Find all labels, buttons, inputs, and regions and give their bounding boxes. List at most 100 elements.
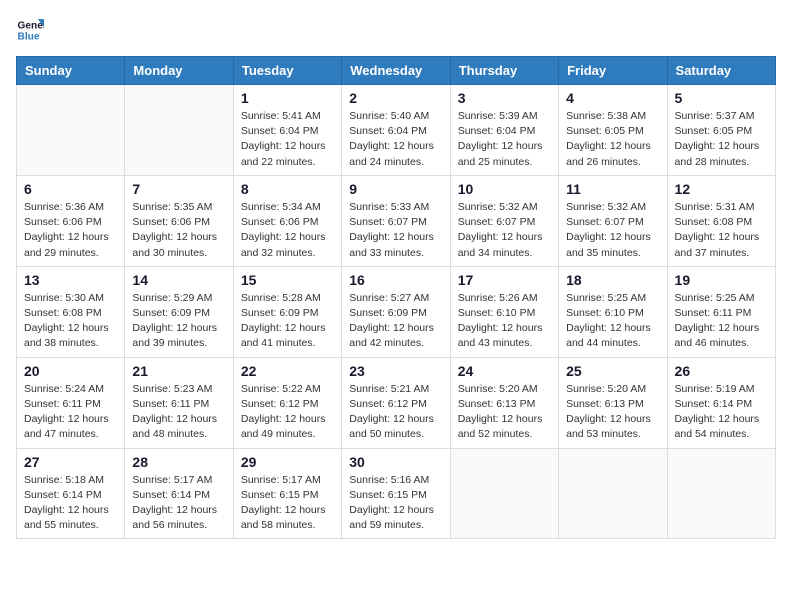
calendar-cell: 18Sunrise: 5:25 AM Sunset: 6:10 PM Dayli… bbox=[559, 266, 667, 357]
day-info: Sunrise: 5:17 AM Sunset: 6:14 PM Dayligh… bbox=[132, 473, 225, 534]
calendar-cell: 16 Sunrise: 5:27 AM Sunset: 6:09 PM Dayli… bbox=[342, 266, 450, 357]
day-info: Sunrise: 5:21 AM Sunset: 6:12 PM Dayligh… bbox=[349, 382, 442, 443]
page-header: General Blue bbox=[16, 16, 776, 44]
day-info: Sunrise: 5:25 AM Sunset: 6:10 PM Dayligh… bbox=[566, 291, 659, 352]
day-number: 6 bbox=[24, 181, 117, 197]
day-info: Sunrise: 5:38 AM Sunset: 6:05 PM Dayligh… bbox=[566, 109, 659, 170]
calendar-cell: 19 Sunrise: 5:25 AM Sunset: 6:11 PM Dayli… bbox=[667, 266, 775, 357]
day-number: 4 bbox=[566, 90, 659, 106]
day-number: 16 bbox=[349, 272, 442, 288]
day-number: 21 bbox=[132, 363, 225, 379]
calendar-cell: 13Sunrise: 5:30 AM Sunset: 6:08 PM Dayli… bbox=[17, 266, 125, 357]
calendar-cell bbox=[450, 448, 558, 539]
day-number: 26 bbox=[675, 363, 768, 379]
day-info: Sunrise: 5:28 AM Sunset: 6:09 PM Dayligh… bbox=[241, 291, 334, 352]
calendar-cell: 14 Sunrise: 5:29 AM Sunset: 6:09 PM Dayli… bbox=[125, 266, 233, 357]
day-number: 12 bbox=[675, 181, 768, 197]
day-number: 20 bbox=[24, 363, 117, 379]
logo-icon: General Blue bbox=[16, 16, 44, 44]
week-row-1: 1 Sunrise: 5:41 AM Sunset: 6:04 PM Daylig… bbox=[17, 85, 776, 176]
day-number: 14 bbox=[132, 272, 225, 288]
day-number: 22 bbox=[241, 363, 334, 379]
weekday-header-wednesday: Wednesday bbox=[342, 57, 450, 85]
calendar-cell: 21 Sunrise: 5:23 AM Sunset: 6:11 PM Dayli… bbox=[125, 357, 233, 448]
weekday-header-friday: Friday bbox=[559, 57, 667, 85]
day-info: Sunrise: 5:32 AM Sunset: 6:07 PM Dayligh… bbox=[458, 200, 551, 261]
day-info: Sunrise: 5:36 AM Sunset: 6:06 PM Dayligh… bbox=[24, 200, 117, 261]
calendar-cell: 28 Sunrise: 5:17 AM Sunset: 6:14 PM Dayli… bbox=[125, 448, 233, 539]
calendar-cell: 20 Sunrise: 5:24 AM Sunset: 6:11 PM Dayli… bbox=[17, 357, 125, 448]
logo: General Blue bbox=[16, 16, 48, 44]
calendar-cell: 3 Sunrise: 5:39 AM Sunset: 6:04 PM Daylig… bbox=[450, 85, 558, 176]
day-info: Sunrise: 5:32 AM Sunset: 6:07 PM Dayligh… bbox=[566, 200, 659, 261]
calendar-cell: 2Sunrise: 5:40 AM Sunset: 6:04 PM Daylig… bbox=[342, 85, 450, 176]
weekday-header-saturday: Saturday bbox=[667, 57, 775, 85]
day-number: 10 bbox=[458, 181, 551, 197]
day-info: Sunrise: 5:29 AM Sunset: 6:09 PM Dayligh… bbox=[132, 291, 225, 352]
calendar-cell: 25 Sunrise: 5:20 AM Sunset: 6:13 PM Dayli… bbox=[559, 357, 667, 448]
day-info: Sunrise: 5:19 AM Sunset: 6:14 PM Dayligh… bbox=[675, 382, 768, 443]
calendar-cell: 12 Sunrise: 5:31 AM Sunset: 6:08 PM Dayli… bbox=[667, 175, 775, 266]
calendar-cell: 30 Sunrise: 5:16 AM Sunset: 6:15 PM Dayli… bbox=[342, 448, 450, 539]
calendar-cell: 9 Sunrise: 5:33 AM Sunset: 6:07 PM Daylig… bbox=[342, 175, 450, 266]
day-number: 25 bbox=[566, 363, 659, 379]
day-info: Sunrise: 5:37 AM Sunset: 6:05 PM Dayligh… bbox=[675, 109, 768, 170]
day-info: Sunrise: 5:17 AM Sunset: 6:15 PM Dayligh… bbox=[241, 473, 334, 534]
week-row-4: 20 Sunrise: 5:24 AM Sunset: 6:11 PM Dayli… bbox=[17, 357, 776, 448]
calendar-cell bbox=[667, 448, 775, 539]
calendar-cell: 10 Sunrise: 5:32 AM Sunset: 6:07 PM Dayli… bbox=[450, 175, 558, 266]
calendar-cell: 17Sunrise: 5:26 AM Sunset: 6:10 PM Dayli… bbox=[450, 266, 558, 357]
day-info: Sunrise: 5:41 AM Sunset: 6:04 PM Dayligh… bbox=[241, 109, 334, 170]
weekday-header-monday: Monday bbox=[125, 57, 233, 85]
day-info: Sunrise: 5:23 AM Sunset: 6:11 PM Dayligh… bbox=[132, 382, 225, 443]
week-row-2: 6 Sunrise: 5:36 AM Sunset: 6:06 PM Daylig… bbox=[17, 175, 776, 266]
day-number: 23 bbox=[349, 363, 442, 379]
calendar-cell: 15 Sunrise: 5:28 AM Sunset: 6:09 PM Dayli… bbox=[233, 266, 341, 357]
day-number: 15 bbox=[241, 272, 334, 288]
day-info: Sunrise: 5:26 AM Sunset: 6:10 PM Dayligh… bbox=[458, 291, 551, 352]
calendar-cell: 29 Sunrise: 5:17 AM Sunset: 6:15 PM Dayli… bbox=[233, 448, 341, 539]
day-number: 1 bbox=[241, 90, 334, 106]
weekday-header-sunday: Sunday bbox=[17, 57, 125, 85]
day-number: 24 bbox=[458, 363, 551, 379]
day-info: Sunrise: 5:30 AM Sunset: 6:08 PM Dayligh… bbox=[24, 291, 117, 352]
calendar-cell: 7 Sunrise: 5:35 AM Sunset: 6:06 PM Daylig… bbox=[125, 175, 233, 266]
day-number: 9 bbox=[349, 181, 442, 197]
day-number: 19 bbox=[675, 272, 768, 288]
day-info: Sunrise: 5:34 AM Sunset: 6:06 PM Dayligh… bbox=[241, 200, 334, 261]
calendar-cell: 6 Sunrise: 5:36 AM Sunset: 6:06 PM Daylig… bbox=[17, 175, 125, 266]
day-number: 7 bbox=[132, 181, 225, 197]
day-info: Sunrise: 5:20 AM Sunset: 6:13 PM Dayligh… bbox=[458, 382, 551, 443]
weekday-header-tuesday: Tuesday bbox=[233, 57, 341, 85]
calendar-cell: 27Sunrise: 5:18 AM Sunset: 6:14 PM Dayli… bbox=[17, 448, 125, 539]
svg-text:General: General bbox=[18, 20, 44, 31]
day-info: Sunrise: 5:39 AM Sunset: 6:04 PM Dayligh… bbox=[458, 109, 551, 170]
calendar-cell: 4 Sunrise: 5:38 AM Sunset: 6:05 PM Daylig… bbox=[559, 85, 667, 176]
day-info: Sunrise: 5:27 AM Sunset: 6:09 PM Dayligh… bbox=[349, 291, 442, 352]
week-row-5: 27Sunrise: 5:18 AM Sunset: 6:14 PM Dayli… bbox=[17, 448, 776, 539]
day-number: 5 bbox=[675, 90, 768, 106]
day-info: Sunrise: 5:25 AM Sunset: 6:11 PM Dayligh… bbox=[675, 291, 768, 352]
day-number: 30 bbox=[349, 454, 442, 470]
day-info: Sunrise: 5:18 AM Sunset: 6:14 PM Dayligh… bbox=[24, 473, 117, 534]
day-number: 3 bbox=[458, 90, 551, 106]
weekday-header-row: SundayMondayTuesdayWednesdayThursdayFrid… bbox=[17, 57, 776, 85]
day-info: Sunrise: 5:16 AM Sunset: 6:15 PM Dayligh… bbox=[349, 473, 442, 534]
day-info: Sunrise: 5:31 AM Sunset: 6:08 PM Dayligh… bbox=[675, 200, 768, 261]
day-info: Sunrise: 5:24 AM Sunset: 6:11 PM Dayligh… bbox=[24, 382, 117, 443]
day-number: 8 bbox=[241, 181, 334, 197]
day-info: Sunrise: 5:20 AM Sunset: 6:13 PM Dayligh… bbox=[566, 382, 659, 443]
day-info: Sunrise: 5:22 AM Sunset: 6:12 PM Dayligh… bbox=[241, 382, 334, 443]
day-info: Sunrise: 5:35 AM Sunset: 6:06 PM Dayligh… bbox=[132, 200, 225, 261]
calendar-cell: 8 Sunrise: 5:34 AM Sunset: 6:06 PM Daylig… bbox=[233, 175, 341, 266]
calendar-cell bbox=[17, 85, 125, 176]
calendar-table: SundayMondayTuesdayWednesdayThursdayFrid… bbox=[16, 56, 776, 539]
week-row-3: 13Sunrise: 5:30 AM Sunset: 6:08 PM Dayli… bbox=[17, 266, 776, 357]
day-info: Sunrise: 5:33 AM Sunset: 6:07 PM Dayligh… bbox=[349, 200, 442, 261]
day-number: 28 bbox=[132, 454, 225, 470]
calendar-cell: 1 Sunrise: 5:41 AM Sunset: 6:04 PM Daylig… bbox=[233, 85, 341, 176]
calendar-cell: 5 Sunrise: 5:37 AM Sunset: 6:05 PM Daylig… bbox=[667, 85, 775, 176]
calendar-cell: 26 Sunrise: 5:19 AM Sunset: 6:14 PM Dayli… bbox=[667, 357, 775, 448]
day-number: 29 bbox=[241, 454, 334, 470]
calendar-cell: 22 Sunrise: 5:22 AM Sunset: 6:12 PM Dayli… bbox=[233, 357, 341, 448]
